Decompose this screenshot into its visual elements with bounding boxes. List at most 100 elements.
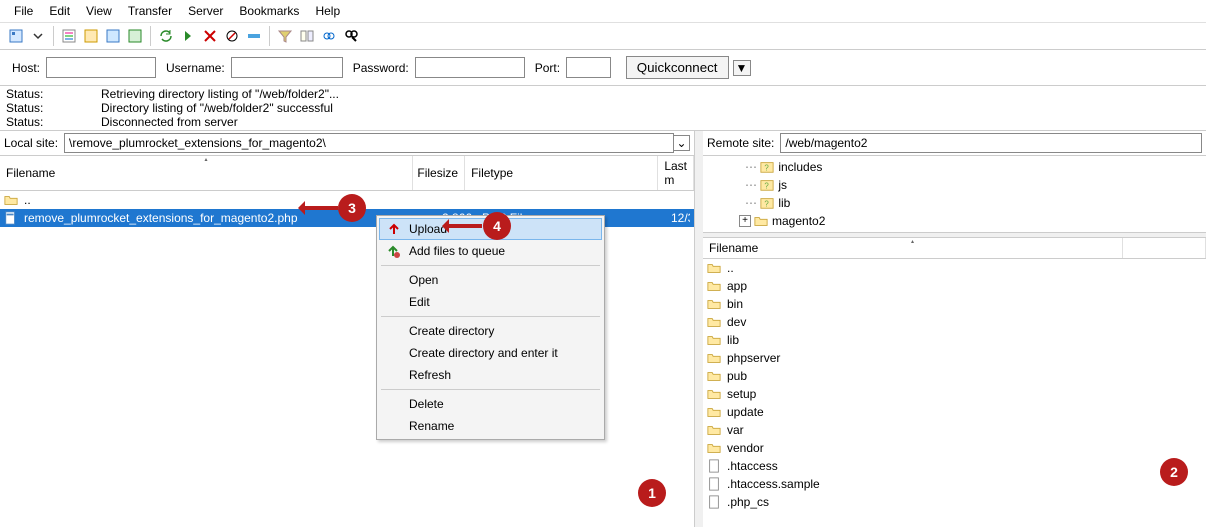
col-filename[interactable]: Filename▴	[0, 156, 413, 190]
toggle-remotetree-icon[interactable]	[103, 26, 123, 46]
menu-view[interactable]: View	[78, 2, 120, 20]
status-text: Directory listing of "/web/folder2" succ…	[101, 101, 333, 115]
reconnect-icon[interactable]	[244, 26, 264, 46]
folder-icon	[707, 279, 721, 293]
list-item[interactable]: .htaccess	[703, 457, 1206, 475]
folder-icon	[707, 405, 721, 419]
password-input[interactable]	[415, 57, 525, 78]
status-label: Status:	[6, 115, 101, 129]
host-label: Host:	[12, 61, 40, 75]
list-item[interactable]: dev	[703, 313, 1206, 331]
status-text: Disconnected from server	[101, 115, 238, 129]
quickconnect-history-dropdown[interactable]: ▼	[733, 60, 751, 76]
col-filename[interactable]: Filename▴	[703, 238, 1123, 258]
folder-icon	[707, 297, 721, 311]
toggle-localtree-icon[interactable]	[81, 26, 101, 46]
list-item[interactable]: bin	[703, 295, 1206, 313]
remote-site-path[interactable]: /web/magento2	[780, 133, 1202, 153]
list-item[interactable]: update	[703, 403, 1206, 421]
dropdown-arrow-icon[interactable]	[28, 26, 48, 46]
folder-icon	[4, 193, 18, 207]
col-filetype[interactable]: Filetype	[465, 156, 658, 190]
ctx-delete[interactable]: Delete	[379, 393, 602, 415]
queue-add-icon	[385, 243, 401, 259]
search-icon[interactable]	[341, 26, 361, 46]
menu-server[interactable]: Server	[180, 2, 231, 20]
context-menu: Upload Add files to queue Open Edit Crea…	[376, 215, 605, 440]
sitemgr-icon[interactable]	[6, 26, 26, 46]
remote-file-list[interactable]: ..appbindevlibphpserverpubsetupupdatevar…	[703, 259, 1206, 511]
remote-list-header: Filename▴	[703, 238, 1206, 259]
compare-icon[interactable]	[297, 26, 317, 46]
ctx-edit[interactable]: Edit	[379, 291, 602, 313]
annotation-arrow	[301, 206, 338, 210]
list-item[interactable]: lib	[703, 331, 1206, 349]
refresh-icon[interactable]	[156, 26, 176, 46]
message-log[interactable]: Status:Retrieving directory listing of "…	[0, 86, 1206, 131]
list-item[interactable]: .htaccess.sample	[703, 475, 1206, 493]
username-input[interactable]	[231, 57, 343, 78]
list-item[interactable]: phpserver	[703, 349, 1206, 367]
toggle-queue-icon[interactable]	[125, 26, 145, 46]
list-item[interactable]: .php_cs	[703, 493, 1206, 511]
port-input[interactable]	[566, 57, 611, 78]
port-label: Port:	[535, 61, 560, 75]
ctx-rename[interactable]: Rename	[379, 415, 602, 437]
username-label: Username:	[166, 61, 225, 75]
ctx-add-to-queue[interactable]: Add files to queue	[379, 240, 602, 262]
filter-icon[interactable]	[275, 26, 295, 46]
process-queue-icon[interactable]	[178, 26, 198, 46]
list-item-updir[interactable]: ..	[703, 259, 1206, 277]
svg-text:?: ?	[765, 200, 770, 209]
quickconnect-button[interactable]: Quickconnect	[626, 56, 729, 79]
folder-icon	[707, 261, 721, 275]
remote-pane: Remote site: /web/magento2 ⋯ ?includes ⋯…	[703, 131, 1206, 527]
menu-file[interactable]: File	[6, 2, 41, 20]
status-label: Status:	[6, 87, 101, 101]
toggle-log-icon[interactable]	[59, 26, 79, 46]
folder-icon	[707, 369, 721, 383]
list-item[interactable]: setup	[703, 385, 1206, 403]
tree-expander[interactable]: +	[739, 215, 751, 227]
menu-transfer[interactable]: Transfer	[120, 2, 180, 20]
sync-browse-icon[interactable]	[319, 26, 339, 46]
file-icon	[707, 477, 721, 491]
ctx-open[interactable]: Open	[379, 269, 602, 291]
menu-help[interactable]: Help	[307, 2, 348, 20]
folder-icon	[707, 441, 721, 455]
col-filesize[interactable]: Filesize	[413, 156, 465, 190]
host-input[interactable]	[46, 57, 156, 78]
folder-icon	[707, 423, 721, 437]
ctx-create-directory[interactable]: Create directory	[379, 320, 602, 342]
quickconnect-bar: Host: Username: Password: Port: Quickcon…	[0, 50, 1206, 86]
file-icon	[707, 459, 721, 473]
annotation-badge-2: 2	[1160, 458, 1188, 486]
tree-item[interactable]: ⋯ ?lib	[709, 194, 1200, 212]
annotation-badge-3: 3	[338, 194, 366, 222]
toolbar	[0, 23, 1206, 50]
list-item[interactable]: pub	[703, 367, 1206, 385]
local-list-header: Filename▴ Filesize Filetype Last m	[0, 156, 694, 191]
local-site-dropdown[interactable]: ⌄	[674, 135, 690, 151]
remote-dir-tree[interactable]: ⋯ ?includes ⋯ ?js ⋯ ?lib +magento2	[703, 156, 1206, 232]
menu-edit[interactable]: Edit	[41, 2, 78, 20]
col-lastmod[interactable]: Last m	[658, 156, 694, 190]
cancel-icon[interactable]	[200, 26, 220, 46]
unknown-folder-icon: ?	[760, 178, 774, 192]
list-item[interactable]: vendor	[703, 439, 1206, 457]
list-item[interactable]: app	[703, 277, 1206, 295]
php-file-icon	[4, 211, 18, 225]
tree-item[interactable]: ⋯ ?js	[709, 176, 1200, 194]
local-site-label: Local site:	[4, 136, 58, 150]
tree-item[interactable]: +magento2	[709, 212, 1200, 230]
local-site-path[interactable]: \remove_plumrocket_extensions_for_magent…	[64, 133, 674, 153]
folder-icon	[707, 315, 721, 329]
menu-bookmarks[interactable]: Bookmarks	[231, 2, 307, 20]
list-item[interactable]: var	[703, 421, 1206, 439]
disconnect-icon[interactable]	[222, 26, 242, 46]
tree-item[interactable]: ⋯ ?includes	[709, 158, 1200, 176]
ctx-create-directory-enter[interactable]: Create directory and enter it	[379, 342, 602, 364]
upload-arrow-icon	[386, 221, 402, 237]
ctx-refresh[interactable]: Refresh	[379, 364, 602, 386]
vertical-splitter[interactable]	[695, 131, 703, 527]
